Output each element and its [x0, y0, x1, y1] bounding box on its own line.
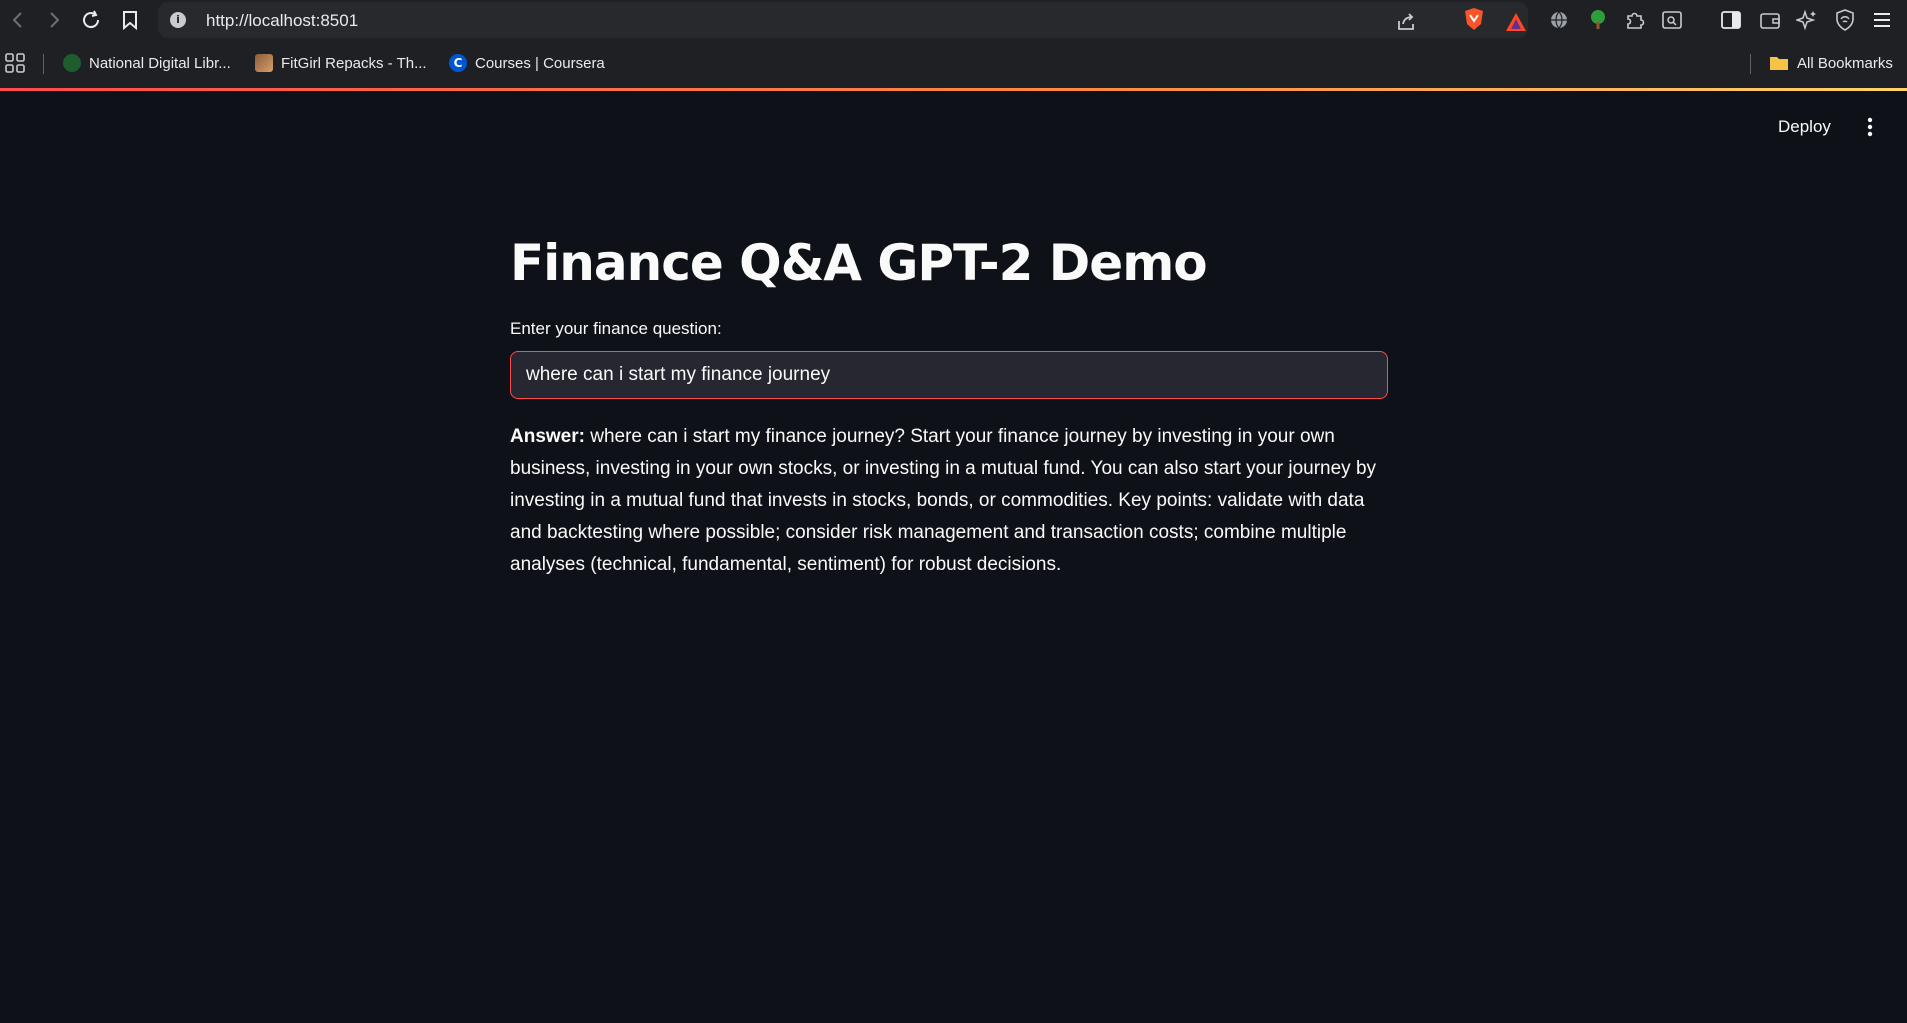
- all-bookmarks-label: All Bookmarks: [1797, 54, 1893, 72]
- apps-grid-icon[interactable]: [5, 52, 25, 74]
- bookmarks-bar: National Digital Libr... FitGirl Repacks…: [0, 44, 1907, 82]
- bookmark-label: Courses | Coursera: [475, 54, 605, 72]
- question-input-container[interactable]: [510, 351, 1388, 399]
- deploy-button[interactable]: Deploy: [1772, 113, 1837, 141]
- browser-toolbar: i http://localhost:8501: [0, 0, 1907, 40]
- forward-button[interactable]: [42, 8, 66, 32]
- main-menu-button[interactable]: [1862, 115, 1878, 139]
- question-input-label: Enter your finance question:: [510, 319, 722, 338]
- share-icon[interactable]: [1395, 11, 1417, 33]
- answer-body: where can i start my finance journey? St…: [510, 426, 1377, 575]
- bookmark-page-button[interactable]: [118, 8, 142, 32]
- bookmarks-divider: [43, 54, 44, 74]
- main-content: Finance Q&A GPT-2 Demo Enter your financ…: [510, 231, 1390, 581]
- extensions-puzzle-icon[interactable]: [1624, 9, 1646, 31]
- browser-menu-icon[interactable]: [1871, 9, 1893, 31]
- vpn-shield-icon[interactable]: [1834, 9, 1856, 31]
- bookmarks-divider: [1750, 54, 1751, 74]
- leo-ai-icon[interactable]: [1796, 9, 1818, 31]
- back-button[interactable]: [6, 8, 30, 32]
- wallet-icon[interactable]: [1759, 9, 1781, 31]
- kebab-menu-icon: [1867, 117, 1873, 137]
- browser-chrome: i http://localhost:8501 National Digital…: [0, 0, 1907, 91]
- all-bookmarks-folder[interactable]: All Bookmarks: [1769, 52, 1893, 74]
- brave-rewards-icon[interactable]: [1505, 11, 1527, 33]
- coursera-favicon: C: [449, 54, 467, 72]
- answer-prefix: Answer:: [510, 426, 585, 447]
- bookmark-icon: [123, 11, 137, 30]
- bookmark-national-digital-library[interactable]: National Digital Libr...: [63, 52, 231, 74]
- bookmark-fitgirl-repacks[interactable]: FitGirl Repacks - Th...: [255, 52, 427, 74]
- reload-icon: [83, 10, 100, 29]
- site-info-icon[interactable]: i: [170, 12, 186, 28]
- forward-arrow-icon: [50, 12, 60, 28]
- bookmark-label: National Digital Libr...: [89, 54, 231, 72]
- question-input[interactable]: [511, 352, 1387, 398]
- url-text[interactable]: http://localhost:8501: [206, 11, 358, 31]
- answer-text-block: Answer: where can i start my finance jou…: [510, 421, 1390, 581]
- bookmark-coursera[interactable]: C Courses | Coursera: [449, 52, 605, 74]
- sidebar-toggle-icon[interactable]: [1720, 9, 1742, 31]
- extension-tree-icon[interactable]: [1587, 9, 1609, 31]
- folder-icon: [1770, 57, 1788, 70]
- reload-button[interactable]: [79, 8, 103, 32]
- brave-shields-icon[interactable]: [1463, 8, 1485, 30]
- page-title: Finance Q&A GPT-2 Demo: [510, 234, 1208, 292]
- fitgirl-favicon: [255, 54, 273, 72]
- screenshot-search-icon[interactable]: [1661, 9, 1683, 31]
- streamlit-app: Deploy Finance Q&A GPT-2 Demo Enter your…: [0, 91, 1907, 1023]
- ndl-favicon: [63, 54, 81, 72]
- bookmark-label: FitGirl Repacks - Th...: [281, 54, 427, 72]
- back-arrow-icon: [12, 12, 22, 28]
- address-bar[interactable]: i http://localhost:8501: [158, 2, 1528, 38]
- translate-icon[interactable]: [1548, 9, 1570, 31]
